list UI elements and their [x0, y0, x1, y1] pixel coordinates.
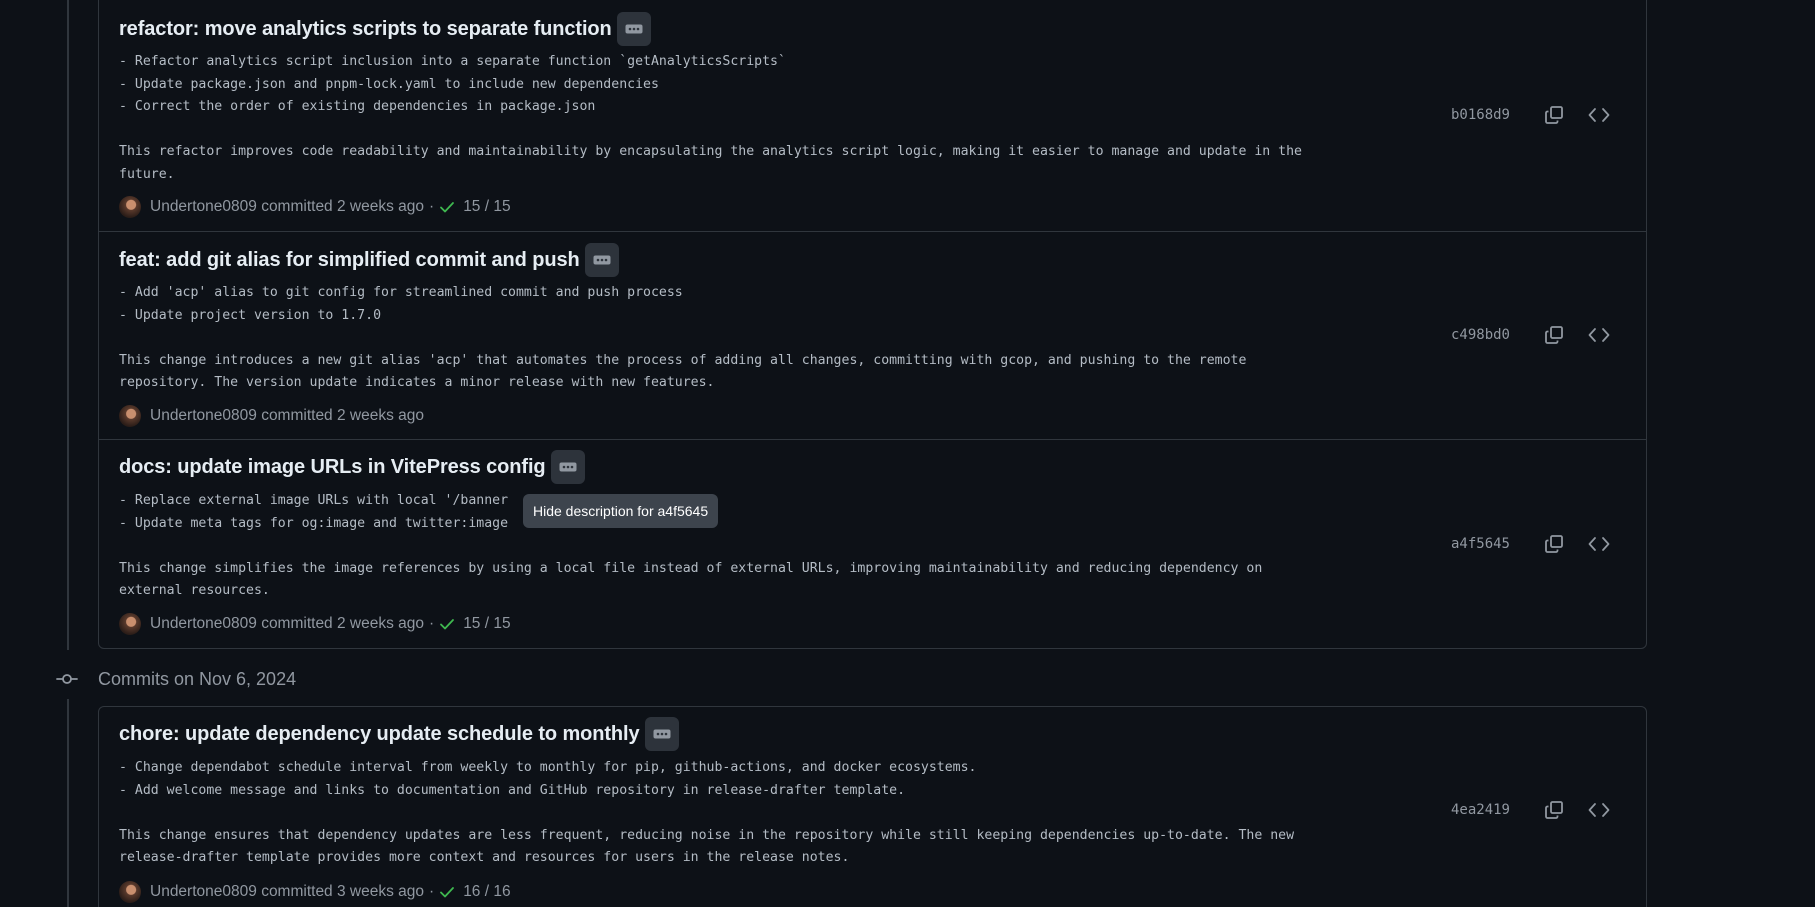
check-icon[interactable] [439, 616, 455, 632]
commit-time: committed 2 weeks ago [261, 198, 425, 215]
browse-repo-button[interactable] [1582, 527, 1616, 561]
toggle-description-button[interactable] [550, 450, 585, 484]
commit-title-link[interactable]: refactor: move analytics scripts to sepa… [119, 18, 612, 41]
commit-group: refactor: move analytics scripts to sepa… [98, 0, 1647, 649]
toggle-description-button[interactable] [584, 243, 619, 277]
commit-title-link[interactable]: feat: add git alias for simplified commi… [119, 249, 580, 272]
avatar[interactable] [119, 881, 141, 903]
commit-group: chore: update dependency update schedule… [98, 706, 1647, 907]
check-icon[interactable] [439, 199, 455, 215]
avatar[interactable] [119, 613, 141, 635]
commit-sha-link[interactable]: 4ea2419 [1451, 802, 1510, 818]
copy-icon [1545, 535, 1563, 553]
checks-status[interactable]: 15 / 15 [463, 198, 510, 216]
commit-sha-link[interactable]: a4f5645 [1451, 536, 1510, 552]
commit-time: committed 3 weeks ago [261, 883, 425, 900]
git-commit-icon [56, 674, 78, 684]
commit-time: committed 2 weeks ago [261, 615, 425, 632]
commit-time: committed 2 weeks ago [261, 407, 425, 424]
commit-description: - Change dependabot schedule interval fr… [119, 760, 1295, 865]
author-link[interactable]: Undertone0809 [150, 198, 257, 216]
copy-icon [1545, 801, 1563, 819]
browse-repo-button[interactable] [1582, 793, 1616, 827]
ellipsis-icon [653, 729, 671, 739]
copy-sha-button[interactable] [1537, 793, 1571, 827]
commit-description: - Refactor analytics script inclusion in… [119, 54, 1302, 182]
toggle-description-button[interactable] [616, 12, 651, 46]
date-header: Commits on Nov 6, 2024 [56, 668, 296, 690]
commit-sha-link[interactable]: b0168d9 [1451, 107, 1510, 123]
ellipsis-icon [559, 462, 577, 472]
commit-description: - Add 'acp' alias to git config for stre… [119, 285, 1247, 390]
browse-repo-button[interactable] [1582, 318, 1616, 352]
avatar[interactable] [119, 196, 141, 218]
checks-status[interactable]: 16 / 16 [463, 883, 510, 901]
code-icon [1588, 537, 1610, 551]
toggle-description-button[interactable] [644, 717, 679, 751]
code-icon [1588, 328, 1610, 342]
commit-sha-link[interactable]: c498bd0 [1451, 327, 1510, 343]
avatar[interactable] [119, 405, 141, 427]
checks-status[interactable]: 15 / 15 [463, 615, 510, 633]
copy-icon [1545, 326, 1563, 344]
separator: · [429, 883, 435, 900]
commit-title-link[interactable]: chore: update dependency update schedule… [119, 723, 640, 746]
browse-repo-button[interactable] [1582, 98, 1616, 132]
date-label: Commits on Nov 6, 2024 [98, 668, 297, 689]
copy-sha-button[interactable] [1537, 318, 1571, 352]
timeline-line [67, 699, 69, 907]
timeline-line [67, 0, 69, 650]
tooltip: Hide description for a4f5645 [523, 494, 719, 528]
author-link[interactable]: Undertone0809 [150, 615, 257, 633]
copy-sha-button[interactable] [1537, 98, 1571, 132]
code-icon [1588, 108, 1610, 122]
separator: · [429, 615, 435, 632]
commit-row: feat: add git alias for simplified commi… [99, 232, 1646, 440]
code-icon [1588, 803, 1610, 817]
commit-title-link[interactable]: docs: update image URLs in VitePress con… [119, 456, 546, 479]
copy-sha-button[interactable] [1537, 527, 1571, 561]
commit-row: refactor: move analytics scripts to sepa… [99, 0, 1646, 232]
check-icon[interactable] [439, 884, 455, 900]
copy-icon [1545, 106, 1563, 124]
ellipsis-icon [625, 24, 643, 34]
author-link[interactable]: Undertone0809 [150, 883, 257, 901]
commit-row: chore: update dependency update schedule… [99, 707, 1646, 907]
author-link[interactable]: Undertone0809 [150, 407, 257, 425]
commit-row: docs: update image URLs in VitePress con… [99, 440, 1646, 650]
ellipsis-icon [593, 255, 611, 265]
separator: · [429, 198, 435, 215]
